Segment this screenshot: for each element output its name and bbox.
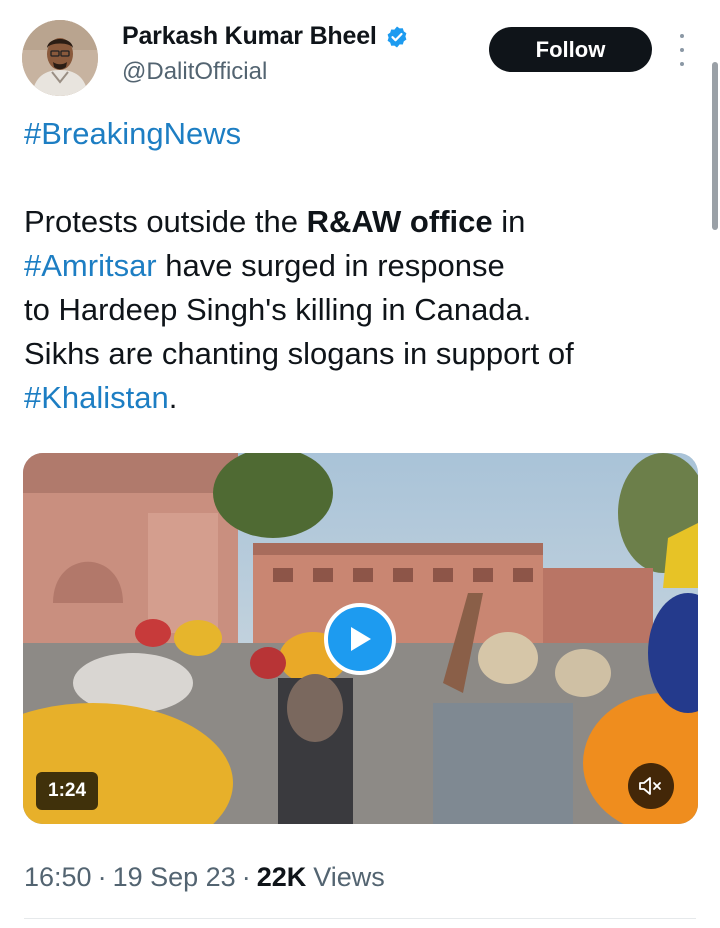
mute-button[interactable] — [628, 763, 674, 809]
hashtag-khalistan[interactable]: #Khalistan — [24, 380, 169, 415]
divider — [24, 918, 696, 919]
page-scrollbar[interactable] — [712, 62, 718, 230]
views-count: 22K — [256, 862, 307, 892]
tweet-text-segment: to Hardeep Singh's killing in Canada. — [24, 292, 532, 327]
tweet-text-segment: Sikhs are chanting slogans in support of — [24, 336, 574, 371]
tweet-bold-office: R&AW office — [306, 204, 493, 239]
more-options-icon[interactable] — [672, 34, 692, 66]
avatar[interactable] — [22, 20, 98, 96]
tweet-time[interactable]: 16:50 — [24, 862, 92, 893]
tweet-date[interactable]: 19 Sep 23 — [113, 862, 236, 893]
tweet-text-segment: have surged in response — [156, 248, 505, 283]
views-label: Views — [313, 862, 385, 892]
author-handle[interactable]: @DalitOfficial — [122, 58, 267, 86]
author-display-name[interactable]: Parkash Kumar Bheel — [122, 22, 377, 51]
tweet-text-segment: . — [168, 380, 178, 415]
tweet-meta: 16:50 · 19 Sep 23 · 22K Views — [24, 862, 385, 893]
speaker-muted-icon — [639, 777, 661, 795]
tweet-text-segment: Protests outside the — [24, 204, 307, 239]
meta-separator: · — [97, 862, 107, 892]
tweet-text-segment: in — [492, 204, 526, 239]
video-duration: 1:24 — [36, 772, 99, 810]
play-icon — [351, 627, 371, 651]
tweet-text: #BreakingNews Protests outside the R&AW … — [24, 112, 704, 420]
hashtag-breakingnews[interactable]: #BreakingNews — [24, 116, 241, 151]
follow-button[interactable]: Follow — [489, 27, 652, 72]
hashtag-amritsar[interactable]: #Amritsar — [24, 248, 157, 283]
play-button[interactable] — [324, 603, 396, 675]
meta-separator: · — [241, 862, 251, 892]
verified-badge-icon — [387, 26, 407, 47]
